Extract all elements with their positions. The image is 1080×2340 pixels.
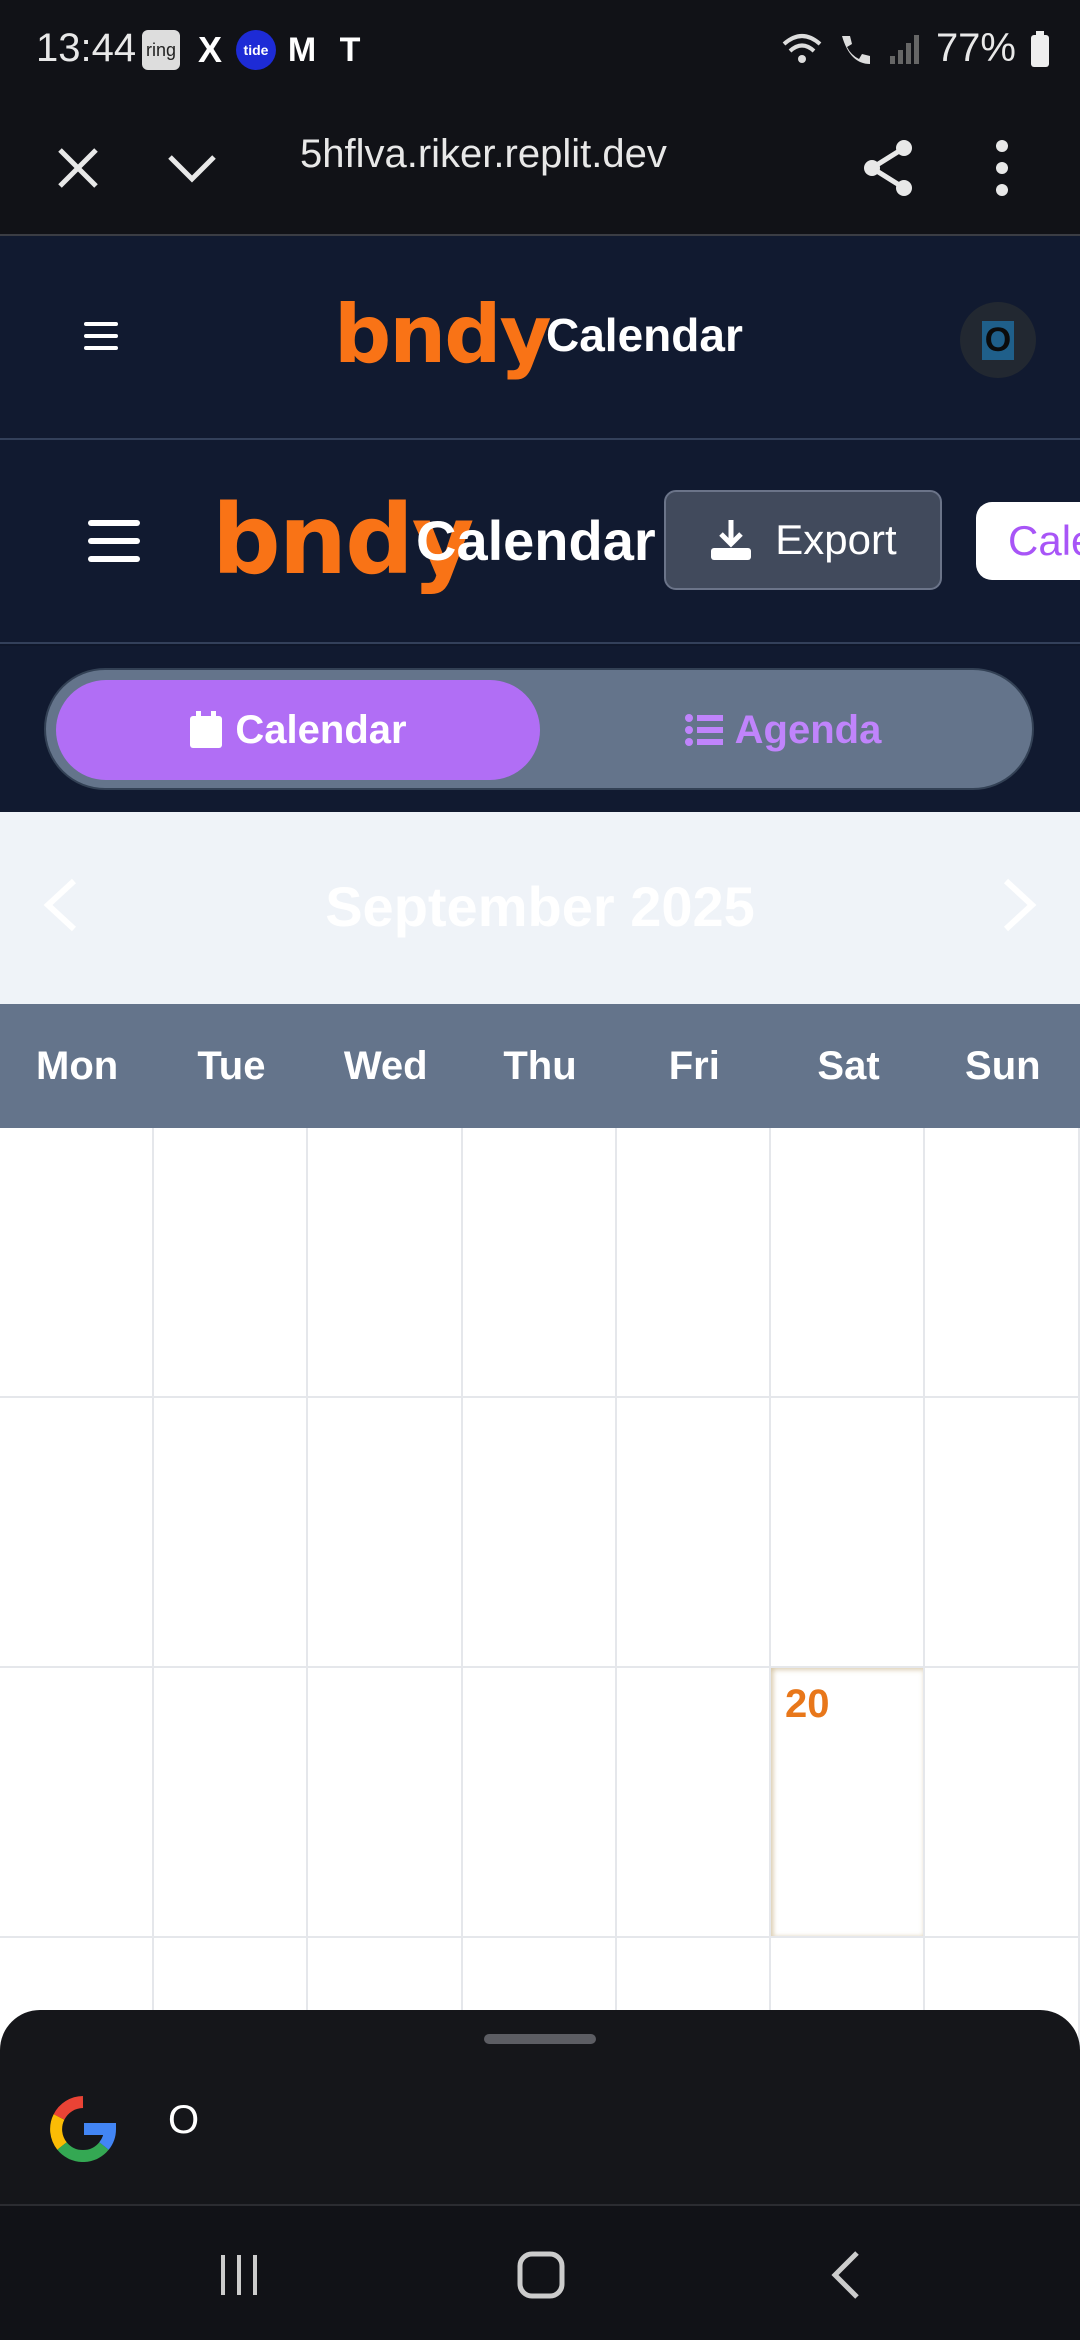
calendar-day-cell[interactable] (308, 1668, 463, 1938)
calendar-day-cell[interactable] (925, 1668, 1080, 1938)
next-month-icon[interactable] (990, 870, 1050, 940)
url-field[interactable]: 5hflva.riker.replit.dev (300, 132, 667, 177)
weekday-header: Mon Tue Wed Thu Fri Sat Sun (0, 1004, 1080, 1128)
close-icon[interactable] (38, 128, 118, 208)
tide-app-icon: tide (236, 30, 276, 70)
share-icon[interactable] (848, 128, 928, 208)
list-icon (684, 714, 723, 746)
calendar-day-cell[interactable] (771, 1398, 925, 1668)
back-icon[interactable] (800, 2240, 890, 2310)
export-label: Export (775, 516, 897, 563)
weekday-sat: Sat (817, 1044, 880, 1088)
weekday-thu: Thu (503, 1044, 577, 1088)
ring-app-icon: ring (142, 30, 180, 70)
google-icon (50, 2096, 116, 2162)
calendar-day-cell[interactable] (0, 1128, 154, 1398)
download-icon (711, 520, 752, 560)
chevron-down-icon[interactable] (152, 128, 232, 208)
calendar-day-cell[interactable] (463, 1128, 617, 1398)
weekday-mon: Mon (36, 1044, 119, 1088)
status-time: 13:44 (36, 26, 137, 70)
calendar-title: Calendar (416, 509, 656, 572)
calendar-day-cell[interactable] (463, 1668, 617, 1938)
status-indicators: 77% (782, 26, 1050, 71)
calendar-day-cell[interactable] (771, 1128, 925, 1398)
more-vert-icon[interactable] (962, 128, 1042, 208)
tab-calendar[interactable]: Calendar (56, 680, 540, 780)
status-bar: 13:44 ring X tide M T 77% (0, 0, 1080, 100)
android-nav-bar (0, 2206, 1080, 2340)
wifi-call-icon (841, 35, 870, 64)
calendar-day-cell[interactable]: 20 (771, 1668, 925, 1938)
avatar[interactable]: O (960, 302, 1036, 378)
x-app-icon: X (197, 29, 222, 70)
calendar-day-cell[interactable] (463, 1398, 617, 1668)
signal-icon (889, 34, 919, 64)
calendar-day-cell[interactable] (925, 1398, 1080, 1668)
view-toggle: Calendar Agenda (44, 668, 1034, 790)
calendar-day-cell[interactable] (617, 1398, 771, 1668)
google-query-text[interactable]: O (168, 2098, 199, 2143)
tesla-app-icon: T (339, 30, 361, 69)
day-number: 20 (785, 1682, 830, 1726)
month-title: September 2025 (325, 875, 755, 938)
browser-toolbar: 5hflva.riker.replit.dev (0, 100, 1080, 236)
calendar-day-cell[interactable] (617, 1668, 771, 1938)
calendar-day-cell[interactable] (154, 1668, 308, 1938)
weekday-wed: Wed (343, 1044, 428, 1088)
recents-icon[interactable] (194, 2240, 284, 2310)
wifi-icon (782, 33, 822, 63)
menu-icon[interactable] (88, 520, 140, 574)
weekday-tue: Tue (197, 1044, 266, 1088)
calendar-day-cell[interactable] (0, 1668, 154, 1938)
battery-percent: 77% (935, 26, 1016, 70)
sheet-handle[interactable] (484, 2034, 596, 2044)
calendar-grid: 20 (0, 1128, 1080, 2208)
export-button[interactable]: Export (664, 490, 942, 590)
battery-icon (1031, 30, 1049, 67)
google-search-sheet: O (0, 2010, 1080, 2206)
month-navigation: September 2025 (0, 812, 1080, 1004)
calendar-icon (190, 711, 223, 748)
page-title: Calendar (546, 309, 743, 361)
calendar-view-button[interactable]: Cale (976, 502, 1080, 580)
site-header: bndy Calendar O (0, 236, 1080, 440)
calendar-day-cell[interactable] (925, 1128, 1080, 1398)
tab-agenda[interactable]: Agenda (540, 680, 1026, 780)
calendar-day-cell[interactable] (0, 1398, 154, 1668)
calendar-day-cell[interactable] (308, 1128, 463, 1398)
calendar-header: bndy Calendar Export Cale (0, 440, 1080, 644)
calendar-day-cell[interactable] (154, 1128, 308, 1398)
calendar-day-cell[interactable] (154, 1398, 308, 1668)
bndy-logo[interactable]: bndy (334, 288, 552, 381)
gmail-app-icon: M (287, 30, 317, 69)
menu-icon[interactable] (84, 322, 118, 358)
calendar-day-cell[interactable] (617, 1128, 771, 1398)
view-toggle-bar: Calendar Agenda (0, 646, 1080, 812)
weekday-sun: Sun (965, 1044, 1041, 1088)
weekday-fri: Fri (668, 1044, 720, 1088)
calendar-day-cell[interactable] (308, 1398, 463, 1668)
home-icon[interactable] (496, 2240, 586, 2310)
